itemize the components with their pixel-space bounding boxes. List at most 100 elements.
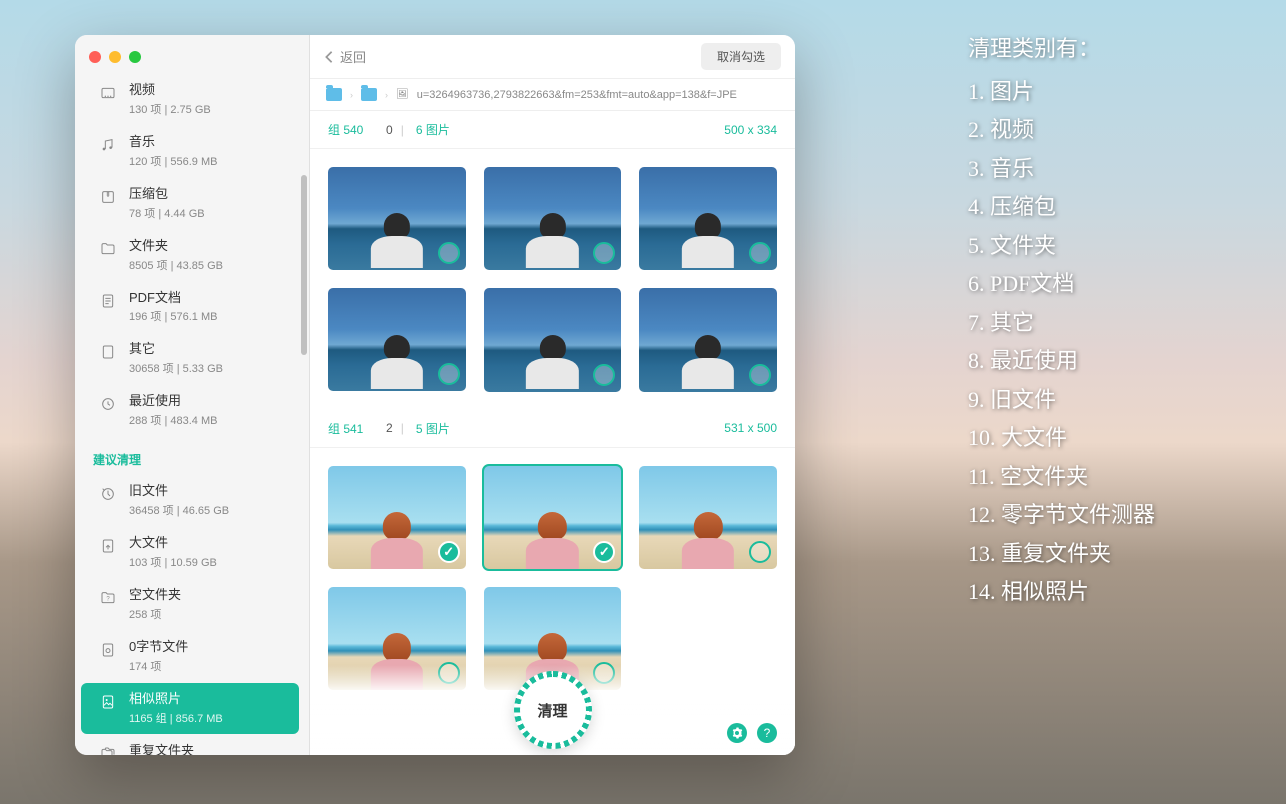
sidebar-text: 压缩包 78 项 | 4.44 GB bbox=[129, 186, 287, 221]
sidebar-suggestion-4[interactable]: 相似照片 1165 组 | 856.7 MB bbox=[81, 683, 299, 734]
toolbar: 返回 取消勾选 bbox=[310, 35, 795, 79]
thumbnail[interactable] bbox=[639, 288, 777, 391]
group-header: 组 540 0 | 6 图片 500 x 334 bbox=[310, 111, 795, 149]
annotation-item: 1. 图片 bbox=[968, 73, 1258, 112]
separator: | bbox=[401, 421, 404, 435]
sidebar-sub: 288 项 | 483.4 MB bbox=[129, 412, 287, 428]
sidebar-title: 空文件夹 bbox=[129, 587, 287, 604]
sidebar-sub: 30658 项 | 5.33 GB bbox=[129, 360, 287, 376]
person-silhouette bbox=[682, 335, 734, 392]
selection-checkbox[interactable] bbox=[593, 364, 615, 386]
selection-checkbox[interactable] bbox=[438, 363, 460, 385]
annotation-item: 11. 空文件夹 bbox=[968, 458, 1258, 497]
content-area: 组 540 0 | 6 图片 500 x 334 bbox=[310, 111, 795, 755]
image-file-icon: 🖼 bbox=[396, 89, 409, 100]
sidebar-title: 音乐 bbox=[129, 134, 287, 151]
video-icon bbox=[99, 84, 117, 102]
group-selected-count: 2 bbox=[386, 421, 393, 435]
sidebar: 视频 130 项 | 2.75 GB 音乐 120 项 | 556.9 MB 压… bbox=[75, 35, 310, 755]
group-dimensions: 531 x 500 bbox=[724, 421, 777, 435]
sidebar-content: 视频 130 项 | 2.75 GB 音乐 120 项 | 556.9 MB 压… bbox=[75, 73, 309, 755]
sidebar-category-3[interactable]: 文件夹 8505 项 | 43.85 GB bbox=[81, 230, 299, 281]
thumbnail[interactable] bbox=[328, 288, 466, 391]
old-icon bbox=[99, 485, 117, 503]
sidebar-title: 其它 bbox=[129, 341, 287, 358]
sidebar-title: 视频 bbox=[129, 82, 287, 99]
person-silhouette bbox=[526, 512, 578, 569]
sidebar-suggestion-3[interactable]: 0字节文件 174 项 bbox=[81, 631, 299, 682]
selection-checkbox[interactable] bbox=[438, 242, 460, 264]
separator bbox=[371, 421, 378, 435]
app-window: 视频 130 项 | 2.75 GB 音乐 120 项 | 556.9 MB 压… bbox=[75, 35, 795, 755]
settings-icon[interactable] bbox=[727, 723, 747, 743]
annotation-item: 14. 相似照片 bbox=[968, 573, 1258, 612]
sidebar-text: 0字节文件 174 项 bbox=[129, 639, 287, 674]
sidebar-suggestion-0[interactable]: 旧文件 36458 项 | 46.65 GB bbox=[81, 475, 299, 526]
sidebar-title: 最近使用 bbox=[129, 393, 287, 410]
selection-checkbox[interactable] bbox=[749, 541, 771, 563]
thumbnail[interactable] bbox=[484, 466, 622, 569]
separator: | bbox=[401, 123, 404, 137]
back-label: 返回 bbox=[340, 47, 366, 66]
sidebar-suggestion-5[interactable]: 重复文件夹 503 组 | 91.2 MB bbox=[81, 735, 299, 755]
scrollbar[interactable] bbox=[301, 175, 307, 355]
annotation-title: 清理类别有： bbox=[968, 30, 1258, 69]
sidebar-category-6[interactable]: 最近使用 288 项 | 483.4 MB bbox=[81, 385, 299, 436]
thumbnail[interactable] bbox=[639, 167, 777, 270]
sidebar-title: 大文件 bbox=[129, 535, 287, 552]
sidebar-title: 文件夹 bbox=[129, 238, 287, 255]
sidebar-title: 旧文件 bbox=[129, 483, 287, 500]
back-button[interactable]: 返回 bbox=[324, 47, 366, 66]
annotation-item: 5. 文件夹 bbox=[968, 227, 1258, 266]
pathbar: › › 🖼 u=3264963736,2793822663&fm=253&fmt… bbox=[310, 79, 795, 111]
sidebar-title: 0字节文件 bbox=[129, 639, 287, 656]
thumbnail-grid bbox=[310, 149, 795, 410]
folder-icon[interactable] bbox=[326, 88, 342, 101]
footer: 清理 ? bbox=[310, 665, 795, 755]
thumbnail[interactable] bbox=[639, 466, 777, 569]
close-window-button[interactable] bbox=[89, 51, 101, 63]
section-header-suggestions: 建议清理 bbox=[75, 437, 305, 474]
group-dimensions: 500 x 334 bbox=[724, 123, 777, 137]
dup-icon bbox=[99, 745, 117, 755]
sidebar-category-1[interactable]: 音乐 120 项 | 556.9 MB bbox=[81, 126, 299, 177]
thumbnail[interactable] bbox=[328, 167, 466, 270]
sidebar-category-4[interactable]: PDF文档 196 项 | 576.1 MB bbox=[81, 282, 299, 333]
sidebar-sub: 130 项 | 2.75 GB bbox=[129, 101, 287, 117]
person-silhouette bbox=[682, 512, 734, 569]
chevron-left-icon bbox=[324, 50, 334, 64]
sidebar-sub: 258 项 bbox=[129, 606, 287, 622]
thumbnail[interactable] bbox=[484, 288, 622, 391]
sidebar-sub: 120 项 | 556.9 MB bbox=[129, 153, 287, 169]
folder-icon[interactable] bbox=[361, 88, 377, 101]
cancel-selection-button[interactable]: 取消勾选 bbox=[701, 43, 781, 70]
clean-button[interactable]: 清理 bbox=[514, 671, 592, 749]
archive-icon bbox=[99, 188, 117, 206]
thumbnail[interactable] bbox=[484, 167, 622, 270]
empty-icon: ? bbox=[99, 589, 117, 607]
zero-icon bbox=[99, 641, 117, 659]
sidebar-category-0[interactable]: 视频 130 项 | 2.75 GB bbox=[81, 74, 299, 125]
annotation-item: 3. 音乐 bbox=[968, 150, 1258, 189]
sidebar-text: 重复文件夹 503 组 | 91.2 MB bbox=[129, 743, 287, 755]
annotation-item: 13. 重复文件夹 bbox=[968, 535, 1258, 574]
sidebar-text: 其它 30658 项 | 5.33 GB bbox=[129, 341, 287, 376]
minimize-window-button[interactable] bbox=[109, 51, 121, 63]
similar-icon bbox=[99, 693, 117, 711]
selection-checkbox[interactable] bbox=[749, 364, 771, 386]
maximize-window-button[interactable] bbox=[129, 51, 141, 63]
annotation-item: 4. 压缩包 bbox=[968, 188, 1258, 227]
thumbnail[interactable] bbox=[328, 466, 466, 569]
sidebar-category-2[interactable]: 压缩包 78 项 | 4.44 GB bbox=[81, 178, 299, 229]
sidebar-text: PDF文档 196 项 | 576.1 MB bbox=[129, 290, 287, 325]
selection-checkbox[interactable] bbox=[593, 541, 615, 563]
sidebar-suggestion-2[interactable]: ? 空文件夹 258 项 bbox=[81, 579, 299, 630]
person-silhouette bbox=[371, 512, 423, 569]
sidebar-category-5[interactable]: 其它 30658 项 | 5.33 GB bbox=[81, 333, 299, 384]
annotation-item: 8. 最近使用 bbox=[968, 342, 1258, 381]
help-icon[interactable]: ? bbox=[757, 723, 777, 743]
sidebar-sub: 36458 项 | 46.65 GB bbox=[129, 502, 287, 518]
selection-checkbox[interactable] bbox=[438, 541, 460, 563]
sidebar-suggestion-1[interactable]: 大文件 103 项 | 10.59 GB bbox=[81, 527, 299, 578]
sidebar-text: 文件夹 8505 项 | 43.85 GB bbox=[129, 238, 287, 273]
